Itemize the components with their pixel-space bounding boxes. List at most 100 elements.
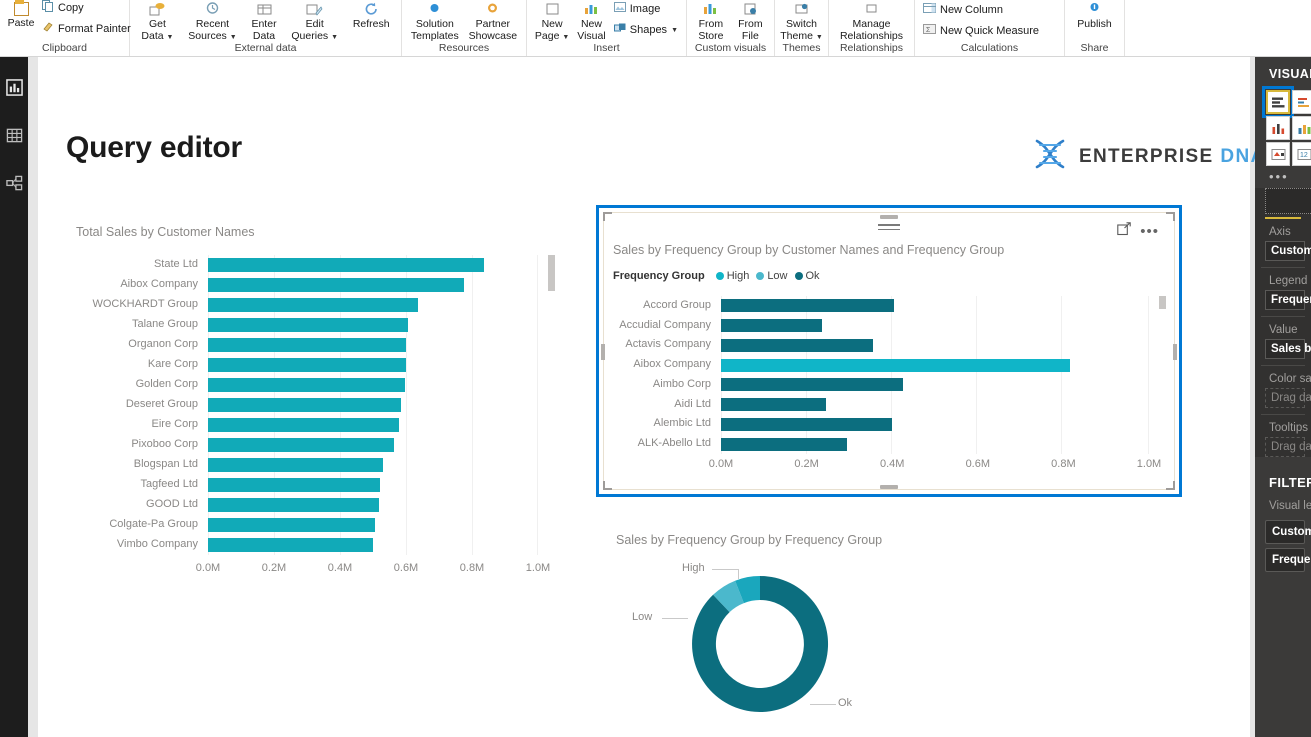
category-label: Aidi Ltd	[674, 397, 711, 410]
resize-handle-left[interactable]	[601, 344, 605, 360]
resize-handle-bottom-right[interactable]	[1166, 481, 1175, 490]
bar[interactable]	[208, 498, 379, 512]
field-well-drop-value[interactable]: Sales by Frequency Group	[1265, 339, 1311, 359]
visual-total-sales-by-customer-names[interactable]: Total Sales by Customer Names State Ltd A…	[68, 217, 558, 642]
visual-drag-handle-icon[interactable]	[878, 224, 900, 233]
ribbon-button-get-data[interactable]: Get Data ▼	[136, 0, 178, 43]
bar[interactable]	[208, 418, 400, 432]
bar[interactable]	[721, 338, 873, 352]
bar[interactable]	[721, 417, 893, 431]
bar[interactable]	[208, 278, 464, 292]
bar[interactable]	[208, 378, 405, 392]
ribbon-button-from-file[interactable]: From File	[733, 0, 768, 43]
visualizations-pane-header: VISUALIZATIONS	[1269, 67, 1311, 81]
ribbon-button-format-painter[interactable]: Format Painter	[38, 19, 135, 39]
field-chip-sales-by-frequency-group[interactable]: Sales by Frequency Group	[1271, 343, 1311, 355]
bar[interactable]	[208, 318, 408, 332]
resize-handle-bottom-left[interactable]	[603, 481, 612, 490]
ribbon-button-switch-theme[interactable]: Switch Theme ▼	[779, 0, 824, 43]
legend-item-high[interactable]: High	[715, 270, 749, 282]
viz-type-stacked-bar-chart[interactable]	[1262, 86, 1294, 118]
vertical-scrollbar-selected-chart[interactable]	[1159, 296, 1166, 454]
ribbon-button-shapes[interactable]: Shapes ▼	[610, 20, 682, 40]
partner-showcase-icon	[484, 1, 501, 18]
viz-type-card[interactable]	[1266, 142, 1290, 166]
focus-mode-icon[interactable]	[1117, 222, 1131, 241]
ribbon-button-edit-queries[interactable]: Edit Queries ▼	[286, 0, 343, 43]
legend-item-ok[interactable]: Ok	[794, 270, 820, 282]
ribbon-button-copy[interactable]: Copy	[38, 0, 135, 18]
sidebar-item-report-view[interactable]	[0, 69, 28, 111]
resize-handle-top[interactable]	[880, 215, 898, 219]
bar[interactable]	[721, 319, 822, 333]
ribbon-button-partner-showcase[interactable]: Partner Showcase	[464, 0, 522, 43]
bar[interactable]	[208, 358, 406, 372]
ribbon-button-enter-data[interactable]: Enter Data	[246, 0, 281, 43]
viz-type-clustered-bar-chart[interactable]	[1292, 90, 1311, 114]
ribbon-group-label-relationships: Relationships	[839, 42, 904, 54]
more-visuals-icon[interactable]: •••	[1255, 167, 1311, 188]
bar[interactable]	[208, 518, 375, 532]
bar[interactable]	[721, 398, 826, 412]
vertical-scrollbar-left-chart[interactable]	[548, 255, 555, 555]
bar[interactable]	[208, 538, 373, 552]
manage-relationships-icon	[863, 1, 880, 18]
format-painter-icon	[42, 20, 54, 38]
ribbon-button-new-page[interactable]: New Page ▼	[531, 0, 573, 43]
viz-type-kpi[interactable]: 12	[1292, 142, 1311, 166]
bar[interactable]	[208, 478, 380, 492]
resize-handle-right[interactable]	[1173, 344, 1177, 360]
ribbon-button-refresh[interactable]: Refresh	[348, 0, 395, 32]
axis-tick-label: 0.0M	[195, 562, 221, 574]
field-well-color-saturation: Color saturation Drag data fields here	[1255, 366, 1311, 408]
resize-handle-top-left[interactable]	[603, 212, 612, 221]
bar[interactable]	[721, 299, 895, 313]
ribbon-button-from-store[interactable]: From Store	[693, 0, 728, 43]
field-well-drop-color-saturation[interactable]: Drag data fields here	[1265, 388, 1311, 408]
bar[interactable]	[721, 358, 1070, 372]
bar[interactable]	[208, 338, 406, 352]
more-options-icon[interactable]: •••	[1140, 224, 1159, 239]
ribbon-button-paste[interactable]: Paste	[4, 0, 38, 31]
resize-handle-bottom[interactable]	[880, 485, 898, 489]
viz-type-ribbon-chart[interactable]	[1292, 116, 1311, 140]
bar[interactable]	[208, 298, 418, 312]
ribbon-button-new-column[interactable]: New Column	[919, 0, 1043, 20]
scrollbar-thumb[interactable]	[548, 255, 555, 291]
field-well-drop-tooltips[interactable]: Drag data fields here	[1265, 437, 1311, 457]
resize-handle-top-right[interactable]	[1166, 212, 1175, 221]
bar[interactable]	[208, 258, 484, 272]
bar[interactable]	[208, 458, 383, 472]
bar[interactable]	[208, 398, 402, 412]
field-chip-customer-names[interactable]: Customer Names	[1271, 245, 1311, 257]
field-well-drop-legend[interactable]: Frequency Group	[1265, 290, 1311, 310]
ribbon-button-recent-sources[interactable]: Recent Sources ▼	[183, 0, 241, 43]
ribbon-button-manage-relationships-line2: Relationships	[839, 29, 904, 42]
bar[interactable]	[721, 437, 848, 451]
category-label: Golden Corp	[135, 378, 198, 390]
legend-title: Frequency Group	[613, 270, 705, 282]
ribbon-button-new-visual[interactable]: New Visual	[573, 0, 610, 43]
viz-type-column-chart[interactable]	[1266, 116, 1290, 140]
donut-slice-ok[interactable]	[692, 576, 829, 712]
report-page: Query editor ENTERPRISE DNA Total Sales …	[38, 57, 1264, 737]
bar[interactable]	[208, 438, 395, 452]
ribbon-button-manage-relationships[interactable]: Manage Relationships	[835, 0, 908, 43]
field-chip-frequency-group[interactable]: Frequency Group	[1271, 294, 1311, 306]
sidebar-item-model-view[interactable]	[0, 165, 28, 207]
ribbon-button-image[interactable]: Image	[610, 0, 682, 19]
sidebar-item-data-view[interactable]	[0, 117, 28, 159]
filter-card-frequency-group[interactable]: Frequency Group	[1265, 548, 1311, 572]
ribbon-button-publish[interactable]: Publish	[1072, 0, 1116, 32]
visual-sales-by-frequency-group-selected[interactable]: ••• Sales by Frequency Group by Customer…	[596, 205, 1182, 497]
visual-sales-by-frequency-group-donut[interactable]: Sales by Frequency Group by Frequency Gr…	[608, 527, 1028, 737]
scrollbar-thumb[interactable]	[1159, 296, 1166, 309]
legend-item-low[interactable]: Low	[756, 270, 788, 282]
ribbon-button-solution-templates[interactable]: Solution Templates	[406, 0, 464, 43]
ribbon-button-new-quick-measure[interactable]: Σ New Quick Measure	[919, 21, 1043, 41]
filter-card-customer-names[interactable]: Customer Names	[1265, 520, 1311, 544]
fields-tab-icon[interactable]	[1265, 188, 1311, 214]
bar[interactable]	[721, 378, 903, 392]
field-well-drop-axis[interactable]: Customer Names	[1265, 241, 1311, 261]
donut-leader-low	[662, 618, 688, 619]
